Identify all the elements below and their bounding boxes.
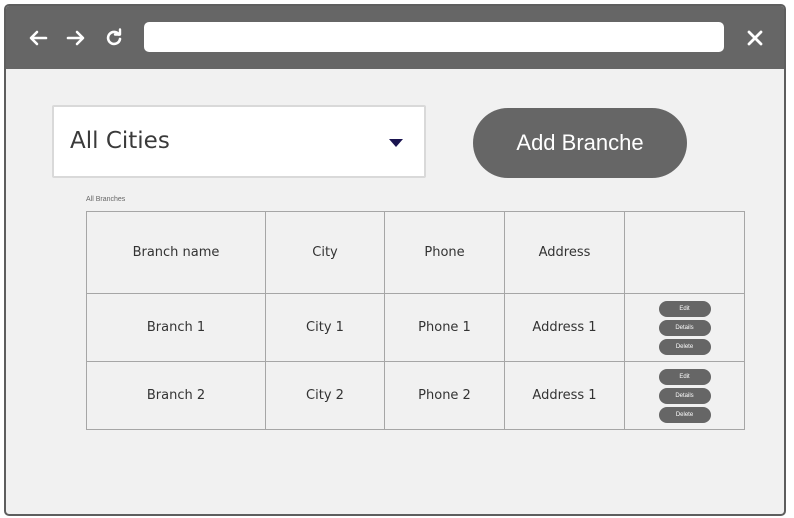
header-address: Address: [504, 211, 625, 294]
header-actions: [624, 211, 745, 294]
browser-toolbar: [6, 6, 784, 69]
header-phone: Phone: [384, 211, 505, 294]
city-filter-dropdown[interactable]: All Cities: [52, 105, 426, 178]
branches-table: Branch name City Phone Address Branch 1 …: [86, 211, 745, 430]
cell-actions: Edit Details Delete: [624, 361, 745, 430]
delete-button[interactable]: Delete: [658, 338, 711, 355]
browser-window: All Cities Add Branche All Branches Bran…: [4, 4, 786, 516]
address-bar-input[interactable]: [144, 22, 724, 52]
caret-down-icon: [389, 139, 403, 147]
table-header-row: Branch name City Phone Address: [86, 211, 745, 294]
reload-icon[interactable]: [102, 26, 126, 50]
header-branch-name: Branch name: [86, 211, 266, 294]
cell-address: Address 1: [504, 293, 625, 362]
header-city: City: [265, 211, 385, 294]
cell-address: Address 1: [504, 361, 625, 430]
city-filter-selected-value: All Cities: [70, 128, 170, 154]
table-row: Branch 2 City 2 Phone 2 Address 1 Edit D…: [86, 361, 745, 430]
cell-city: City 2: [265, 361, 385, 430]
row-actions: Edit Details Delete: [625, 300, 744, 355]
close-glyph: [747, 30, 763, 46]
forward-arrow-glyph: [66, 30, 85, 46]
forward-arrow-icon[interactable]: [64, 26, 88, 50]
back-arrow-glyph: [29, 30, 48, 46]
cell-branch-name: Branch 1: [86, 293, 266, 362]
edit-button[interactable]: Edit: [658, 368, 711, 385]
reload-glyph: [106, 28, 122, 46]
cell-phone: Phone 1: [384, 293, 505, 362]
delete-button[interactable]: Delete: [658, 406, 711, 423]
back-arrow-icon[interactable]: [26, 26, 50, 50]
details-button[interactable]: Details: [658, 387, 711, 404]
cell-branch-name: Branch 2: [86, 361, 266, 430]
cell-actions: Edit Details Delete: [624, 293, 745, 362]
details-button[interactable]: Details: [658, 319, 711, 336]
add-branch-button[interactable]: Add Branche: [473, 108, 687, 178]
table-row: Branch 1 City 1 Phone 1 Address 1 Edit D…: [86, 293, 745, 362]
cell-city: City 1: [265, 293, 385, 362]
row-actions: Edit Details Delete: [625, 368, 744, 423]
cell-phone: Phone 2: [384, 361, 505, 430]
table-caption: All Branches: [86, 196, 126, 203]
edit-button[interactable]: Edit: [658, 300, 711, 317]
close-icon[interactable]: [742, 25, 768, 51]
